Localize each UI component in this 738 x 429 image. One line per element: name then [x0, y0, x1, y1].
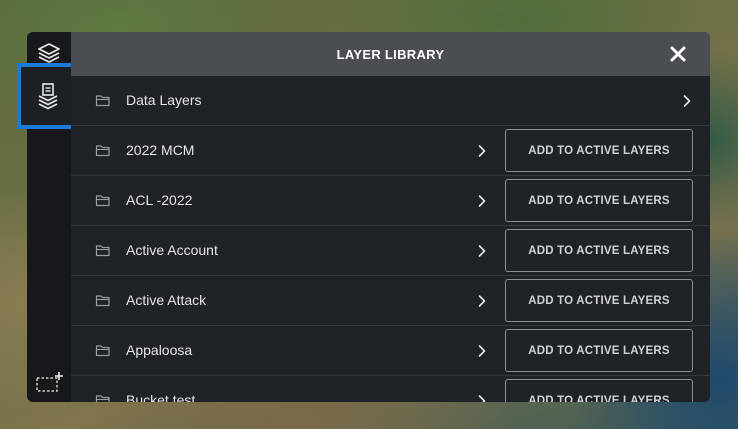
- layer-folder-label: Active Account: [126, 242, 218, 258]
- layer-folder-label: Appaloosa: [126, 342, 193, 358]
- chevron-right-icon[interactable]: [477, 144, 487, 163]
- layer-folder-row[interactable]: Bucket test ADD TO ACTIVE LAYERS: [71, 376, 710, 402]
- add-to-active-layers-button[interactable]: ADD TO ACTIVE LAYERS: [505, 379, 693, 402]
- sidebar: [17, 32, 79, 402]
- layer-list: Data Layers 2022 MCM ADD TO ACTIVE LAYERS A…: [71, 76, 710, 402]
- chevron-right-icon[interactable]: [477, 394, 487, 402]
- add-to-active-layers-button[interactable]: ADD TO ACTIVE LAYERS: [505, 179, 693, 222]
- add-area-button[interactable]: [27, 364, 71, 400]
- layer-folder-label: Bucket test: [126, 392, 196, 402]
- layer-folder-label: Active Attack: [126, 292, 207, 308]
- layer-folder-row[interactable]: Appaloosa ADD TO ACTIVE LAYERS: [71, 326, 710, 376]
- chevron-right-icon[interactable]: [477, 244, 487, 263]
- panel-header: LAYER LIBRARY: [71, 32, 710, 76]
- layer-folder-label: 2022 MCM: [126, 142, 195, 158]
- chevron-right-icon[interactable]: [477, 194, 487, 213]
- chevron-right-icon[interactable]: [477, 294, 487, 313]
- folder-icon: [95, 144, 111, 162]
- layers-icon: [38, 43, 60, 63]
- layer-folder-row[interactable]: Active Attack ADD TO ACTIVE LAYERS: [71, 276, 710, 326]
- layer-folder-row[interactable]: 2022 MCM ADD TO ACTIVE LAYERS: [71, 126, 710, 176]
- add-to-active-layers-button[interactable]: ADD TO ACTIVE LAYERS: [505, 329, 693, 372]
- layer-library-button[interactable]: [17, 63, 79, 129]
- folder-icon: [95, 344, 111, 362]
- folder-icon: [95, 94, 111, 112]
- folder-icon: [95, 194, 111, 212]
- chevron-right-icon[interactable]: [477, 344, 487, 363]
- close-button[interactable]: [666, 42, 690, 66]
- layer-folder-row[interactable]: Data Layers: [71, 76, 710, 126]
- layer-folder-label: ACL -2022: [126, 192, 193, 208]
- add-to-active-layers-button[interactable]: ADD TO ACTIVE LAYERS: [505, 129, 693, 172]
- layer-library-icon: [38, 83, 58, 110]
- layer-folder-row[interactable]: Active Account ADD TO ACTIVE LAYERS: [71, 226, 710, 276]
- add-area-icon: [36, 372, 63, 392]
- chevron-right-icon[interactable]: [682, 94, 692, 113]
- folder-icon: [95, 244, 111, 262]
- add-to-active-layers-button[interactable]: ADD TO ACTIVE LAYERS: [505, 229, 693, 272]
- layer-folder-label: Data Layers: [126, 92, 202, 108]
- layer-library-panel: LAYER LIBRARY Data Layers 2022 MCM ADD TO …: [71, 32, 710, 402]
- add-to-active-layers-button[interactable]: ADD TO ACTIVE LAYERS: [505, 279, 693, 322]
- close-icon: [670, 46, 686, 62]
- layer-folder-row[interactable]: ACL -2022 ADD TO ACTIVE LAYERS: [71, 176, 710, 226]
- folder-icon: [95, 294, 111, 312]
- folder-icon: [95, 394, 111, 402]
- panel-title: LAYER LIBRARY: [336, 46, 445, 62]
